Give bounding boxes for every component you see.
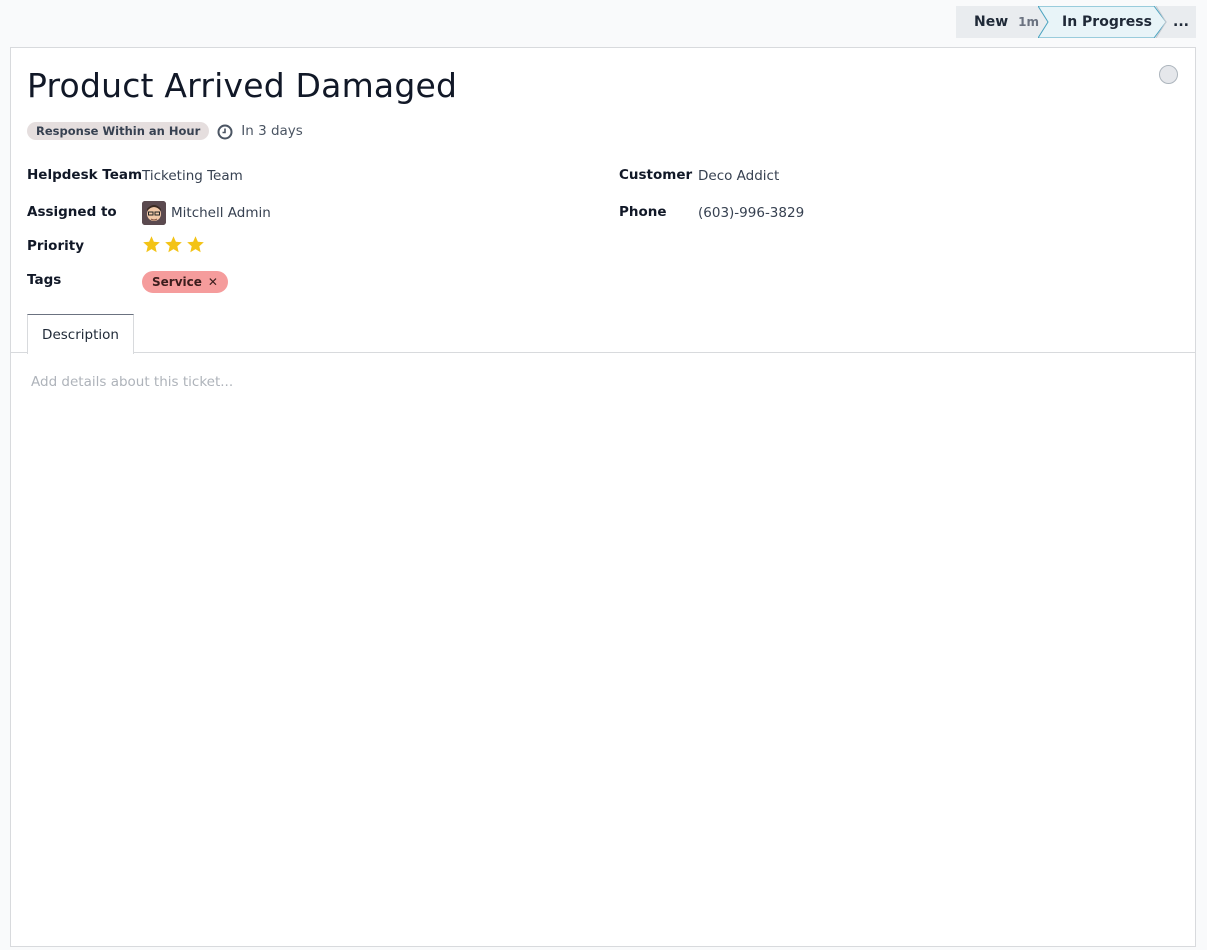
priority-stars <box>142 235 205 254</box>
tabs-divider <box>11 352 1195 353</box>
customer-value[interactable]: Deco Addict <box>698 168 779 184</box>
tag-label: Service <box>152 275 202 289</box>
priority-label: Priority <box>27 238 84 254</box>
customer-label: Customer <box>619 167 693 183</box>
sla-row: Response Within an Hour In 3 days <box>27 121 303 140</box>
more-stages-label: ... <box>1173 14 1189 30</box>
tags-label: Tags <box>27 272 62 288</box>
sla-badge: Response Within an Hour <box>27 121 210 140</box>
star-icon[interactable] <box>164 235 183 254</box>
description-editor[interactable]: Add details about this ticket... <box>31 374 1171 414</box>
form-sheet: Product Arrived Damaged Response Within … <box>10 47 1196 947</box>
avatar-image <box>142 201 166 225</box>
description-placeholder: Add details about this ticket... <box>31 374 234 390</box>
assigned-to-value[interactable]: Mitchell Admin <box>171 205 271 221</box>
tab-description-label: Description <box>42 326 119 343</box>
tab-description[interactable]: Description <box>27 314 134 354</box>
close-icon[interactable]: ✕ <box>208 275 218 289</box>
star-icon[interactable] <box>142 235 161 254</box>
stage-new[interactable]: New 1m <box>956 6 1040 38</box>
ticket-title[interactable]: Product Arrived Damaged <box>27 66 457 105</box>
status-bar: New 1m In Progress ... <box>956 6 1196 38</box>
helpdesk-team-value[interactable]: Ticketing Team <box>142 168 243 184</box>
more-stages-button[interactable]: ... <box>1166 6 1196 38</box>
stage-in-progress[interactable]: In Progress <box>1038 6 1168 38</box>
sla-deadline: In 3 days <box>241 122 303 139</box>
clock-icon <box>217 124 233 140</box>
tag-service[interactable]: Service ✕ <box>142 271 228 293</box>
stage-in-progress-label: In Progress <box>1062 14 1152 30</box>
user-avatar[interactable] <box>142 201 166 225</box>
assigned-to-label: Assigned to <box>27 204 117 220</box>
helpdesk-team-label: Helpdesk Team <box>27 167 143 183</box>
stage-new-duration: 1m <box>1018 15 1040 29</box>
stage-new-label: New <box>974 14 1009 30</box>
phone-value[interactable]: (603)-996-3829 <box>698 205 804 221</box>
star-icon[interactable] <box>186 235 205 254</box>
phone-label: Phone <box>619 204 667 220</box>
kanban-state-circle-icon[interactable] <box>1159 65 1178 84</box>
